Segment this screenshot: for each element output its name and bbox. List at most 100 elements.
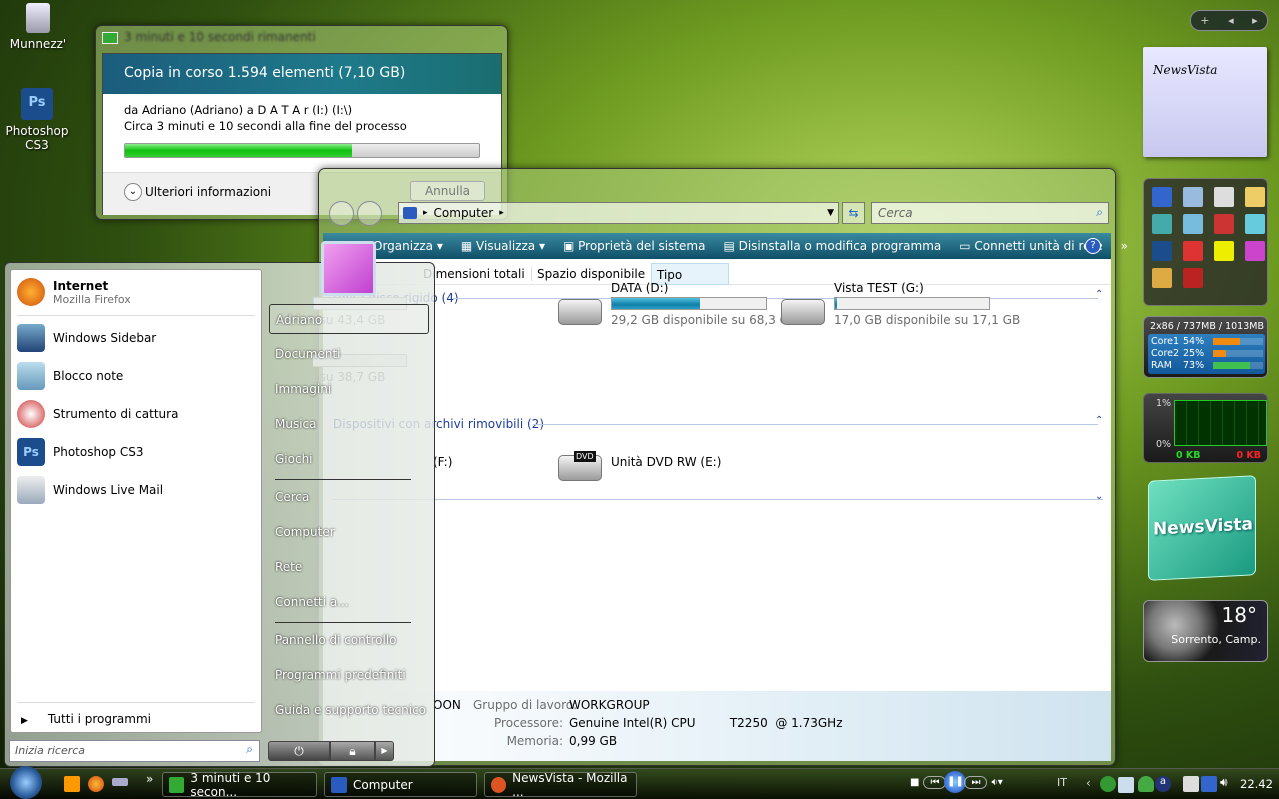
quicklaunch-overflow[interactable]: » — [146, 772, 153, 786]
start-right-item[interactable]: Giochi — [269, 444, 429, 474]
sidebar-icon — [17, 324, 45, 352]
start-right-item[interactable]: Documenti — [269, 339, 429, 369]
avast-icon[interactable]: a — [1155, 776, 1171, 792]
launcher-shortcut-icon[interactable] — [1152, 241, 1172, 261]
collapse-icon[interactable]: ⌃ — [1095, 415, 1103, 426]
taskbar-copy-dialog[interactable]: 3 minuti e 10 secon... — [162, 771, 317, 799]
desktop-icon-photoshop[interactable]: Ps Photoshop CS3 — [2, 88, 72, 152]
breadcrumb-computer[interactable]: Computer — [434, 206, 494, 220]
start-right-item[interactable]: Guida e supporto tecnico — [269, 695, 429, 725]
refresh-button[interactable]: ⇆ — [842, 202, 865, 224]
forward-button[interactable] — [357, 201, 382, 226]
start-right-item[interactable]: Immagini — [269, 374, 429, 404]
start-right-item[interactable]: Rete — [269, 552, 429, 582]
menu-item-internet[interactable]: Internet Mozilla Firefox — [11, 272, 261, 312]
menu-item-windows-sidebar[interactable]: Windows Sidebar — [11, 320, 261, 356]
menu-item-windows-live-mail[interactable]: Windows Live Mail — [11, 472, 261, 508]
next-icon[interactable]: ▸ — [1252, 14, 1258, 27]
drive-item[interactable]: DATA (D:) 29,2 GB disponibile su 68,3 GB — [558, 279, 797, 344]
launcher-shortcut-icon[interactable] — [1183, 214, 1203, 234]
start-right-item[interactable]: Pannello di controllo — [269, 625, 429, 655]
desktop-icon-recycle-bin[interactable]: Munnezz' — [3, 3, 73, 51]
address-dropdown-icon[interactable]: ▼ — [827, 208, 834, 218]
toolbar-overflow[interactable]: » — [1121, 239, 1128, 253]
firefox-icon[interactable] — [88, 776, 104, 792]
utorrent-icon[interactable] — [1100, 776, 1116, 792]
launcher-shortcut-icon[interactable] — [1152, 268, 1172, 288]
scissors-icon — [17, 400, 45, 428]
expand-icon[interactable]: ⌄ — [1095, 491, 1103, 502]
previous-button[interactable]: ⏮ — [923, 775, 947, 789]
launcher-shortcut-icon[interactable] — [1214, 241, 1234, 261]
cpu-meter-row: Core1 54% — [1151, 336, 1263, 348]
launcher-shortcut-icon[interactable] — [1245, 187, 1265, 207]
launcher-shortcut-icon[interactable] — [1152, 187, 1172, 207]
collapse-icon[interactable]: ⌃ — [1095, 289, 1103, 300]
start-right-item[interactable]: Musica — [269, 409, 429, 439]
notes-gadget[interactable]: NewsVista — [1143, 47, 1267, 157]
power-button[interactable]: ⏻ — [268, 741, 330, 761]
cancel-button[interactable]: Annulla — [410, 181, 485, 201]
language-indicator[interactable]: IT — [1057, 776, 1067, 789]
launcher-shortcut-icon[interactable] — [1214, 187, 1234, 207]
more-info-button[interactable]: ⌄ Ulteriori informazioni — [124, 183, 271, 201]
mail-notification-icon[interactable] — [1118, 777, 1134, 793]
previous-icon[interactable]: ◂ — [1228, 14, 1234, 27]
shutdown-options-button[interactable]: ▶ — [375, 741, 394, 761]
column-total-size[interactable]: Dimensioni totali — [423, 267, 525, 289]
search-input[interactable]: Cerca ⌕ — [871, 202, 1109, 224]
launcher-shortcut-icon[interactable] — [1245, 241, 1265, 261]
start-right-item[interactable]: Programmi predefiniti — [269, 660, 429, 690]
sidebar-controls: + ◂ ▸ — [1190, 10, 1268, 31]
volume-icon[interactable]: 🔊︎ — [1220, 775, 1228, 790]
power-icon[interactable] — [1183, 776, 1199, 792]
media-player-icon[interactable] — [64, 776, 80, 792]
menu-item-photoshop[interactable]: Ps Photoshop CS3 — [11, 434, 261, 470]
start-right-item[interactable]: Computer — [269, 517, 429, 547]
user-picture[interactable] — [321, 241, 376, 296]
start-right-item[interactable]: Connetti a... — [269, 587, 429, 617]
toolbar-uninstall[interactable]: ▤ Disinstalla o modifica programma — [723, 239, 941, 253]
menu-item-notepad[interactable]: Blocco note — [11, 358, 261, 394]
launcher-shortcut-icon[interactable] — [1245, 214, 1265, 234]
launcher-shortcut-icon[interactable] — [1183, 241, 1203, 261]
start-button[interactable] — [10, 766, 42, 799]
toolbar-organize[interactable]: Organizza ▾ — [373, 239, 443, 253]
weather-gadget[interactable]: 18° Sorrento, Camp. — [1143, 600, 1268, 662]
help-icon[interactable]: ? — [1085, 238, 1101, 254]
start-right-item[interactable]: Adriano — [269, 304, 429, 334]
launcher-gadget — [1143, 178, 1268, 306]
add-gadget-button[interactable]: + — [1200, 14, 1209, 27]
taskbar-firefox[interactable]: NewsVista - Mozilla ... — [484, 771, 637, 799]
media-controls: ■ ⏮ ❚❚ ⏭ 🔉︎▾ — [910, 771, 1003, 793]
drive-usage-bar — [834, 297, 990, 310]
launcher-shortcut-icon[interactable] — [1183, 268, 1203, 288]
desktop-icon-label: Munnezz' — [9, 37, 67, 51]
drive-f[interactable]: (F:) — [433, 455, 452, 469]
start-right-item[interactable]: Cerca — [269, 482, 429, 512]
toolbar-system-properties[interactable]: ▣ Proprietà del sistema — [563, 239, 705, 253]
launcher-shortcut-icon[interactable] — [1152, 214, 1172, 234]
lock-button[interactable]: 🔒︎ — [330, 741, 375, 761]
toolbar-map-drive[interactable]: ▭ Connetti unità di rete — [959, 239, 1102, 253]
launcher-shortcut-icon[interactable] — [1214, 214, 1234, 234]
newsvista-logo[interactable]: NewsVista — [1148, 475, 1256, 581]
next-button[interactable]: ⏭ — [964, 775, 988, 789]
taskbar-computer[interactable]: Computer — [324, 772, 477, 797]
clock[interactable]: 22.42 — [1240, 777, 1273, 791]
launcher-shortcut-icon[interactable] — [1183, 187, 1203, 207]
dvd-badge: DVD — [574, 451, 596, 462]
network-icon[interactable] — [112, 778, 128, 786]
stop-button[interactable]: ■ — [910, 777, 919, 788]
network-status-icon[interactable] — [1201, 776, 1217, 792]
messenger-icon[interactable] — [1138, 776, 1154, 792]
menu-item-snipping-tool[interactable]: Strumento di cattura — [11, 396, 261, 432]
back-button[interactable] — [329, 201, 354, 226]
volume-icon[interactable]: 🔉︎▾ — [991, 777, 1002, 788]
toolbar-views[interactable]: ▦ Visualizza ▾ — [461, 239, 545, 253]
start-search-input[interactable]: Inizia ricerca ⌕ — [9, 740, 260, 762]
drive-item[interactable]: Vista TEST (G:) 17,0 GB disponibile su 1… — [781, 279, 1020, 344]
show-hidden-icons[interactable]: ‹ — [1086, 776, 1091, 790]
address-bar[interactable]: ▸ Computer ▸ ▼ — [398, 202, 839, 224]
all-programs-button[interactable]: ▶ Tutti i programmi — [21, 712, 151, 726]
